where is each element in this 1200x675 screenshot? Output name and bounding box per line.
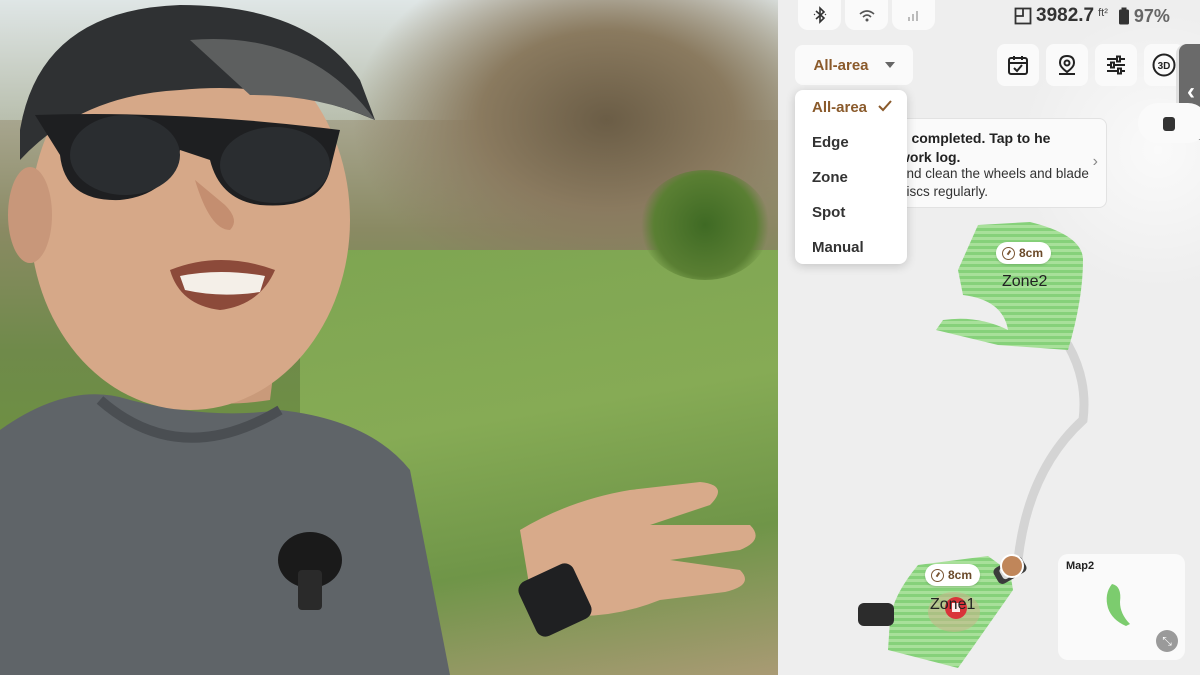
map-pin-icon — [1058, 54, 1076, 75]
bluetooth-icon — [813, 6, 826, 24]
view-3d-label: 3D — [1158, 61, 1171, 72]
mode-option-label: Spot — [812, 204, 846, 221]
schedule-button[interactable] — [997, 44, 1039, 86]
wifi-icon — [858, 10, 875, 22]
bluetooth-status[interactable] — [798, 0, 841, 30]
area-unit: ft² — [1098, 7, 1108, 19]
zone2-label[interactable]: Zone2 — [1002, 273, 1047, 291]
battery-icon — [1118, 7, 1129, 25]
battery-percent: 97% — [1133, 5, 1170, 26]
work-log-notice[interactable]: g completed. Tap to he work log. and cle… — [878, 118, 1107, 208]
mode-option-label: Zone — [812, 169, 848, 186]
cellular-status[interactable] — [892, 0, 935, 30]
notice-body: and clean the wheels and blade discs reg… — [899, 166, 1089, 199]
minimap-shape — [1106, 584, 1130, 626]
bush — [640, 170, 770, 280]
mowed-area-value: 3982.7 — [1036, 5, 1095, 26]
video-frame — [0, 0, 778, 675]
schedule-icon — [1008, 56, 1028, 75]
checkmark-icon — [878, 100, 892, 112]
map-pin-button[interactable] — [1046, 44, 1088, 86]
zone2-height: 8cm — [1019, 246, 1044, 260]
zone1-height-badge: 8cm — [925, 564, 981, 586]
device-icon — [1163, 117, 1175, 131]
mode-dropdown-menu: All-area Edge Zone Spot Manual — [795, 90, 907, 264]
chevron-down-icon — [884, 62, 895, 68]
zone1-height: 8cm — [948, 568, 973, 582]
status-stats: 3982.7 ft² 97% — [1014, 4, 1170, 28]
mode-option-manual[interactable]: Manual — [795, 230, 907, 265]
collapse-icon[interactable]: ⤡ — [1156, 630, 1178, 652]
mower-app-panel: 3982.7 ft² 97% All-area 3D ‹ g completed.… — [778, 0, 1200, 675]
chevron-right-icon: › — [1092, 153, 1098, 170]
map-area-icon — [1014, 7, 1032, 25]
hand-illustration — [518, 482, 756, 637]
charging-station-icon — [858, 603, 894, 626]
minimap-name: Map2 — [1066, 560, 1095, 572]
mode-selected-label: All-area — [813, 56, 869, 74]
settings-button[interactable] — [1095, 44, 1137, 86]
mode-dropdown[interactable]: All-area — [795, 45, 913, 85]
gauge-icon — [1002, 246, 1015, 260]
device-pill-button[interactable] — [1138, 103, 1200, 143]
cellular-icon — [907, 11, 918, 21]
wifi-status[interactable] — [845, 0, 888, 30]
settings-sliders-icon — [1107, 55, 1125, 75]
mode-option-zone[interactable]: Zone — [795, 160, 907, 195]
mode-option-label: Edge — [812, 134, 849, 151]
presenter-illustration — [0, 5, 450, 675]
mode-option-label: All-area — [812, 99, 868, 116]
mode-option-all-area[interactable]: All-area — [795, 90, 907, 125]
mode-option-label: Manual — [812, 239, 864, 256]
notice-title: g completed. Tap to he work log. — [899, 130, 1051, 165]
mode-option-spot[interactable]: Spot — [795, 195, 907, 230]
view-3d-icon: 3D — [1152, 53, 1176, 77]
zone2-height-badge: 8cm — [996, 242, 1052, 264]
zone1-label[interactable]: Zone1 — [930, 596, 975, 614]
gauge-icon — [931, 568, 944, 582]
minimap[interactable]: Map2 ⤡ — [1058, 554, 1185, 660]
mode-option-edge[interactable]: Edge — [795, 125, 907, 160]
